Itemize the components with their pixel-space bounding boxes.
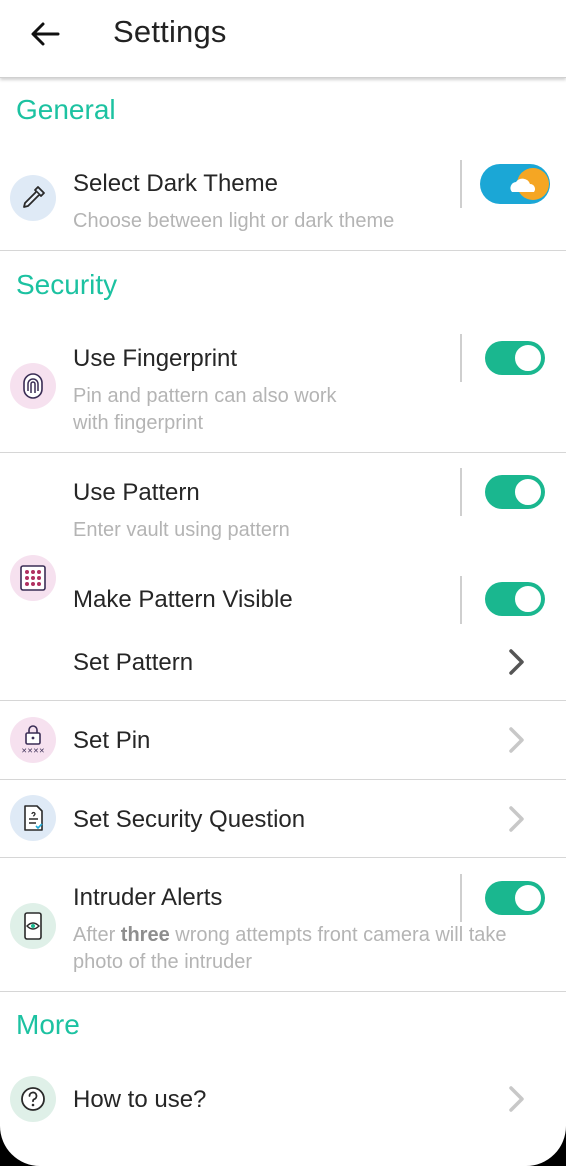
toggle-knob: [514, 585, 542, 613]
fingerprint-subtitle-line2: with fingerprint: [73, 412, 204, 434]
pattern-visible-toggle[interactable]: [485, 582, 545, 616]
use-pattern-subtitle: Enter vault using pattern: [73, 519, 290, 541]
document-check-icon: [10, 795, 56, 841]
question-icon: [10, 1076, 56, 1122]
pattern-visible-title: Make Pattern Visible: [73, 586, 293, 613]
chevron-right-icon[interactable]: [503, 1084, 529, 1114]
top-app-bar: Settings: [0, 0, 566, 78]
use-pattern-title: Use Pattern: [73, 479, 200, 506]
settings-screen: Settings General Select Dark Theme Choos…: [0, 0, 566, 1166]
fingerprint-title: Use Fingerprint: [73, 345, 238, 372]
section-header-more: More: [16, 1009, 80, 1040]
fingerprint-subtitle-line1: Pin and pattern can also work: [73, 385, 337, 407]
phone-eye-icon: [10, 903, 56, 949]
divider: [0, 991, 566, 992]
page-title: Settings: [113, 14, 227, 49]
security-question-title: Set Security Question: [73, 806, 306, 833]
divider-vertical: [460, 334, 462, 382]
divider: [0, 452, 566, 453]
chevron-right-icon[interactable]: [503, 647, 529, 677]
toggle-knob: [514, 478, 542, 506]
intruder-alerts-subtitle-line1: After three wrong attempts front camera …: [73, 924, 507, 946]
arrow-left-icon: [31, 22, 60, 46]
use-pattern-toggle[interactable]: [485, 475, 545, 509]
dark-theme-toggle[interactable]: [480, 164, 550, 204]
chevron-right-icon[interactable]: [503, 804, 529, 834]
eyedropper-icon: [10, 175, 56, 221]
divider-vertical: [460, 468, 462, 516]
section-header-general: General: [16, 94, 116, 125]
set-pattern-title: Set Pattern: [73, 649, 194, 676]
back-button[interactable]: [22, 14, 68, 54]
lock-pin-icon: ✕✕✕✕: [10, 717, 56, 763]
svg-text:✕✕✕✕: ✕✕✕✕: [21, 747, 44, 755]
divider-vertical: [460, 874, 462, 922]
intruder-alerts-title: Intruder Alerts: [73, 884, 223, 911]
dark-theme-title: Select Dark Theme: [73, 170, 278, 197]
dark-theme-subtitle: Choose between light or dark theme: [73, 210, 395, 232]
toggle-knob: [514, 344, 542, 372]
toggle-knob: [514, 884, 542, 912]
divider-vertical: [460, 576, 462, 624]
section-header-security: Security: [16, 269, 118, 300]
intruder-alerts-subtitle-line2: photo of the intruder: [73, 951, 253, 973]
divider: [0, 250, 566, 251]
sun-cloud-icon: [510, 168, 549, 200]
chevron-right-icon[interactable]: [503, 725, 529, 755]
fingerprint-icon: [10, 363, 56, 409]
divider-vertical: [460, 160, 462, 208]
how-to-use-title: How to use?: [73, 1086, 207, 1113]
fingerprint-toggle[interactable]: [485, 341, 545, 375]
set-pin-title: Set Pin: [73, 727, 151, 754]
intruder-alerts-toggle[interactable]: [485, 881, 545, 915]
